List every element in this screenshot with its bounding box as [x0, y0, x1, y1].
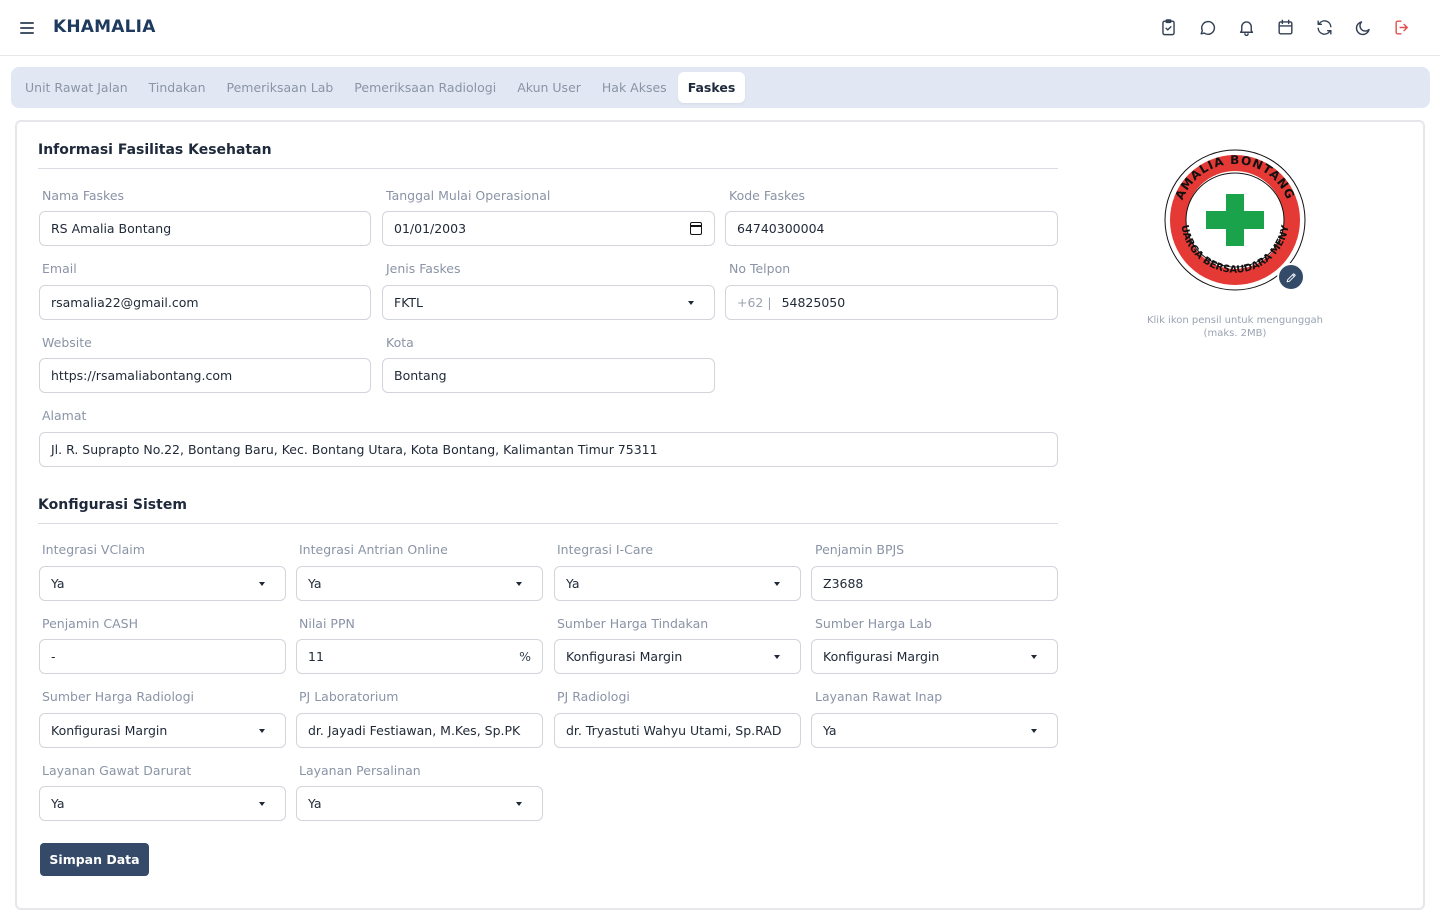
tab-pemeriksaan-radiologi[interactable]: Pemeriksaan Radiologi — [344, 72, 506, 103]
label-kota: Kota — [386, 335, 414, 350]
refresh-icon[interactable] — [1314, 17, 1334, 37]
alamat-input[interactable]: Jl. R. Suprapto No.22, Bontang Baru, Kec… — [39, 432, 1058, 467]
calendar-icon[interactable] — [1275, 17, 1295, 37]
tab-unit-rawat-jalan[interactable]: Unit Rawat Jalan — [15, 72, 138, 103]
tanggal-operasional-input[interactable]: 01/01/2003 — [382, 211, 715, 246]
layanan-persalinan-value: Ya — [308, 796, 322, 811]
label-nama-faskes: Nama Faskes — [42, 188, 125, 203]
label-integrasi-icare: Integrasi I-Care — [557, 542, 654, 557]
tab-akun-user[interactable]: Akun User — [507, 72, 591, 103]
integrasi-icare-select[interactable]: Ya — [554, 566, 801, 601]
tab-tindakan[interactable]: Tindakan — [139, 72, 216, 103]
pj-laboratorium-value: dr. Jayadi Festiawan, M.Kes, Sp.PK — [308, 723, 521, 738]
sumber-harga-tindakan-select[interactable]: Konfigurasi Margin — [554, 639, 801, 674]
label-layanan-gawat-darurat: Layanan Gawat Darurat — [42, 763, 192, 778]
integrasi-antrian-select[interactable]: Ya — [296, 566, 543, 601]
save-button[interactable]: Simpan Data — [40, 843, 149, 876]
tab-hak-akses[interactable]: Hak Akses — [592, 72, 677, 103]
label-no-telpon: No Telpon — [729, 261, 791, 276]
bell-icon[interactable] — [1236, 17, 1256, 37]
email-value: rsamalia22@gmail.com — [51, 295, 199, 310]
label-jenis-faskes: Jenis Faskes — [386, 261, 461, 276]
nama-faskes-input[interactable]: RS Amalia Bontang — [39, 211, 371, 246]
sumber-harga-lab-value: Konfigurasi Margin — [823, 649, 940, 664]
pencil-icon — [1286, 272, 1296, 282]
no-telpon-input[interactable]: +62 | 54825050 — [725, 285, 1058, 320]
layanan-persalinan-select[interactable]: Ya — [296, 786, 543, 821]
menu-icon[interactable] — [20, 20, 36, 36]
penjamin-cash-input[interactable]: - — [39, 639, 286, 674]
nilai-ppn-input[interactable]: 11% — [296, 639, 543, 674]
label-sumber-harga-tindakan: Sumber Harga Tindakan — [557, 616, 709, 631]
label-sumber-harga-radiologi: Sumber Harga Radiologi — [42, 689, 194, 704]
email-input[interactable]: rsamalia22@gmail.com — [39, 285, 371, 320]
website-input[interactable]: https://rsamaliabontang.com — [39, 358, 371, 393]
jenis-faskes-select[interactable]: FKTL — [382, 285, 715, 320]
logout-icon[interactable] — [1392, 17, 1412, 37]
tanggal-value: 01/01/2003 — [394, 221, 467, 236]
nilai-ppn-value: 11 — [308, 649, 324, 664]
percent-suffix: % — [519, 649, 531, 664]
pj-radiologi-value: dr. Tryastuti Wahyu Utami, Sp.RAD — [566, 723, 782, 738]
tab-pemeriksaan-lab[interactable]: Pemeriksaan Lab — [217, 72, 344, 103]
label-email: Email — [42, 261, 77, 276]
penjamin-cash-value: - — [51, 649, 56, 664]
tab-bar: Unit Rawat Jalan Tindakan Pemeriksaan La… — [11, 67, 1430, 108]
label-alamat: Alamat — [42, 408, 87, 423]
kode-faskes-input[interactable]: 64740300004 — [725, 211, 1058, 246]
label-penjamin-bpjs: Penjamin BPJS — [815, 542, 905, 557]
edit-logo-button[interactable] — [1277, 263, 1305, 291]
layanan-rawat-inap-select[interactable]: Ya — [811, 713, 1058, 748]
label-website: Website — [42, 335, 92, 350]
integrasi-antrian-value: Ya — [308, 576, 322, 591]
label-kode-faskes: Kode Faskes — [729, 188, 806, 203]
label-pj-radiologi: PJ Radiologi — [557, 689, 630, 704]
integrasi-icare-value: Ya — [566, 576, 580, 591]
label-layanan-persalinan: Layanan Persalinan — [299, 763, 421, 778]
pj-radiologi-input[interactable]: dr. Tryastuti Wahyu Utami, Sp.RAD — [554, 713, 801, 748]
penjamin-bpjs-input[interactable]: Z3688 — [811, 566, 1058, 601]
label-nilai-ppn: Nilai PPN — [299, 616, 355, 631]
divider — [38, 523, 1058, 524]
sumber-harga-radiologi-select[interactable]: Konfigurasi Margin — [39, 713, 286, 748]
sumber-harga-radiologi-value: Konfigurasi Margin — [51, 723, 168, 738]
kode-faskes-value: 64740300004 — [737, 221, 825, 236]
label-layanan-rawat-inap: Layanan Rawat Inap — [815, 689, 943, 704]
label-integrasi-antrian: Integrasi Antrian Online — [299, 542, 448, 557]
calendar-picker-icon[interactable] — [690, 222, 702, 235]
sumber-harga-tindakan-value: Konfigurasi Margin — [566, 649, 683, 664]
label-pj-laboratorium: PJ Laboratorium — [299, 689, 399, 704]
section-title-konfigurasi: Konfigurasi Sistem — [38, 497, 187, 513]
penjamin-bpjs-value: Z3688 — [823, 576, 864, 591]
kota-value: Bontang — [394, 368, 447, 383]
header-actions — [1158, 17, 1412, 37]
layanan-gawat-darurat-select[interactable]: Ya — [39, 786, 286, 821]
jenis-faskes-value: FKTL — [394, 295, 424, 310]
website-value: https://rsamaliabontang.com — [51, 368, 233, 383]
clipboard-check-icon[interactable] — [1158, 17, 1178, 37]
upload-hint: Klik ikon pensil untuk mengunggah (maks.… — [1146, 315, 1324, 339]
pj-laboratorium-input[interactable]: dr. Jayadi Festiawan, M.Kes, Sp.PK — [296, 713, 543, 748]
kota-input[interactable]: Bontang — [382, 358, 715, 393]
phone-prefix: +62 | — [737, 295, 772, 310]
section-title-informasi: Informasi Fasilitas Kesehatan — [38, 142, 272, 158]
integrasi-vclaim-value: Ya — [51, 576, 65, 591]
label-penjamin-cash: Penjamin CASH — [42, 616, 138, 631]
tab-faskes[interactable]: Faskes — [677, 72, 746, 103]
alamat-value: Jl. R. Suprapto No.22, Bontang Baru, Kec… — [51, 442, 658, 457]
chat-icon[interactable] — [1197, 17, 1217, 37]
sumber-harga-lab-select[interactable]: Konfigurasi Margin — [811, 639, 1058, 674]
top-bar: KHAMALIA — [0, 0, 1440, 56]
layanan-gawat-darurat-value: Ya — [51, 796, 65, 811]
divider — [38, 168, 1058, 169]
label-tanggal-operasional: Tanggal Mulai Operasional — [386, 188, 551, 203]
layanan-rawat-inap-value: Ya — [823, 723, 837, 738]
no-telpon-value: 54825050 — [781, 295, 846, 310]
label-integrasi-vclaim: Integrasi VClaim — [42, 542, 145, 557]
integrasi-vclaim-select[interactable]: Ya — [39, 566, 286, 601]
app-title: KHAMALIA — [53, 17, 156, 37]
moon-icon[interactable] — [1353, 17, 1373, 37]
nama-faskes-value: RS Amalia Bontang — [51, 221, 172, 236]
label-sumber-harga-lab: Sumber Harga Lab — [815, 616, 932, 631]
